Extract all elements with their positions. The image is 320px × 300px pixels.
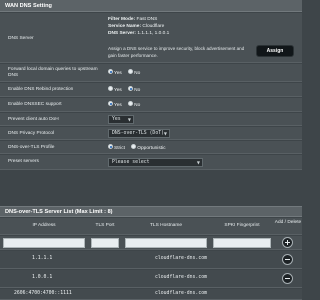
radio-selected-icon xyxy=(108,101,113,106)
prevent-doh-row: Prevent client auto DoH Yes ▼ xyxy=(0,113,302,126)
service-name-label: Service Name: xyxy=(108,24,142,29)
column-header-port: TLS Port xyxy=(88,218,122,235)
preset-servers-row: Preset servers Please select ▼ xyxy=(0,155,302,170)
service-name-value: Cloudflare xyxy=(142,24,165,29)
spki-input-cell xyxy=(210,236,274,250)
dnssec-label: Enable DNSSEC support xyxy=(8,102,62,107)
column-header-add-delete: Add / Delete xyxy=(274,218,302,235)
column-header-spki: SPKI Fingerprint xyxy=(210,218,274,235)
dns-server-ip-value: 1.1.1.1, 1.0.0.1 xyxy=(137,31,170,36)
radio-label: Yes xyxy=(114,102,122,108)
table-row: 1.1.1.1 cloudflare-dns.com xyxy=(0,251,302,269)
column-header-label: IP Address xyxy=(32,223,56,228)
hostname-input-cell xyxy=(122,236,210,250)
dnssec-options: Yes No xyxy=(108,101,145,108)
minus-circle-icon[interactable] xyxy=(282,254,293,265)
chevron-down-icon: ▼ xyxy=(163,131,167,136)
dot-profile-options: Strict Opportunistic xyxy=(108,144,171,151)
server-list-title: DNS-over-TLS Server List (Max Limit : 8) xyxy=(5,209,113,215)
select-value: DNS-over-TLS (DoT) xyxy=(112,131,164,136)
server-list-header: DNS-over-TLS Server List (Max Limit : 8) xyxy=(0,206,302,217)
filter-mode-value: Fast DNS xyxy=(136,17,158,22)
radio-label: No xyxy=(134,70,141,76)
rebind-no-radio[interactable]: No xyxy=(128,86,141,93)
forward-local-options: Yes No xyxy=(108,69,145,76)
privacy-protocol-label: DNS Privacy Protocol xyxy=(8,131,55,136)
column-header-label: SPKI Fingerprint xyxy=(224,223,260,228)
dns-service-description: Assign a DNS service to improve security… xyxy=(108,46,245,58)
rebind-yes-radio[interactable]: Yes xyxy=(108,86,122,93)
radio-selected-icon xyxy=(128,86,134,91)
dnssec-row: Enable DNSSEC support Yes No xyxy=(0,98,302,112)
prevent-doh-label: Prevent client auto DoH xyxy=(8,117,59,122)
preset-servers-label: Preset servers xyxy=(8,159,39,164)
hostname-cell: cloudflare-dns.com xyxy=(155,256,207,261)
port-input-cell xyxy=(88,236,122,250)
radio-unselected-icon xyxy=(131,144,137,149)
chevron-down-icon: ▼ xyxy=(127,117,131,122)
dns-server-label: DNS Server xyxy=(8,36,34,41)
ip-cell: 2606:4700:4700::1111 xyxy=(14,291,72,296)
hostname-cell: cloudflare-dns.com xyxy=(155,291,207,296)
section-header: WAN DNS Setting xyxy=(0,0,302,12)
radio-label: Strict xyxy=(114,145,125,151)
dnssec-yes-radio[interactable]: Yes xyxy=(108,101,122,108)
rebind-options: Yes No xyxy=(108,86,145,93)
forward-local-no-radio[interactable]: No xyxy=(128,69,141,76)
table-row: 2606:4700:4700::1111 cloudflare-dns.com xyxy=(0,289,302,300)
tls-port-input[interactable] xyxy=(91,238,119,248)
minus-circle-icon[interactable] xyxy=(282,273,293,284)
privacy-protocol-row: DNS Privacy Protocol DNS-over-TLS (DoT) … xyxy=(0,127,302,140)
assign-button[interactable]: Assign xyxy=(256,45,294,57)
dns-service-info: Filter Mode: Fast DNS Service Name: Clou… xyxy=(108,17,169,38)
dot-profile-strict-radio[interactable]: Strict xyxy=(108,144,125,151)
section-title: WAN DNS Setting xyxy=(5,3,52,9)
radio-label: Yes xyxy=(114,87,122,93)
ip-cell: 1.1.1.1 xyxy=(32,256,53,261)
column-header-label: TLS Hostname xyxy=(150,223,182,228)
dot-profile-opportunistic-radio[interactable]: Opportunistic xyxy=(131,144,166,151)
column-header-ip: IP Address xyxy=(0,218,88,235)
forward-local-yes-radio[interactable]: Yes xyxy=(108,69,122,76)
column-header-label: TLS Port xyxy=(95,223,115,228)
ip-address-input[interactable] xyxy=(3,238,85,248)
forward-local-row: Forward local domain queries to upstream… xyxy=(0,64,302,82)
radio-label: Yes xyxy=(114,70,122,76)
select-value: Yes xyxy=(112,117,121,122)
radio-unselected-icon xyxy=(128,101,134,106)
spki-fingerprint-input[interactable] xyxy=(213,238,271,248)
radio-selected-icon xyxy=(108,69,113,74)
column-header-hostname: TLS Hostname xyxy=(122,218,210,235)
select-value: Please select xyxy=(112,160,150,165)
column-header-label: Add / Delete xyxy=(274,220,302,225)
dns-server-ip-label: DNS Server: xyxy=(108,31,136,36)
hostname-cell: cloudflare-dns.com xyxy=(155,275,207,280)
table-row: 1.0.0.1 cloudflare-dns.com xyxy=(0,270,302,288)
dot-profile-row: DNS-over-TLS Profile Strict Opportunisti… xyxy=(0,141,302,154)
tls-hostname-input[interactable] xyxy=(125,238,207,248)
plus-circle-icon[interactable] xyxy=(282,237,293,248)
chevron-down-icon: ▼ xyxy=(196,160,200,165)
radio-label: Opportunistic xyxy=(137,145,166,151)
ip-cell: 1.0.0.1 xyxy=(32,275,53,280)
privacy-protocol-select[interactable]: DNS-over-TLS (DoT) ▼ xyxy=(108,129,170,138)
radio-unselected-icon xyxy=(108,86,113,91)
add-cell xyxy=(274,236,302,250)
prevent-doh-select[interactable]: Yes ▼ xyxy=(108,115,134,124)
radio-unselected-icon xyxy=(128,69,134,74)
radio-label: No xyxy=(134,87,141,93)
rebind-label: Enable DNS Rebind protection xyxy=(8,87,74,92)
rebind-row: Enable DNS Rebind protection Yes No xyxy=(0,83,302,97)
radio-selected-icon xyxy=(108,144,113,149)
filter-mode-label: Filter Mode: xyxy=(108,17,136,22)
dns-server-row: DNS Server Filter Mode: Fast DNS Service… xyxy=(0,13,302,63)
dnssec-no-radio[interactable]: No xyxy=(128,101,141,108)
preset-servers-select[interactable]: Please select ▼ xyxy=(108,158,203,167)
radio-label: No xyxy=(134,102,141,108)
ip-input-cell xyxy=(0,236,88,250)
forward-local-label: Forward local domain queries to upstream… xyxy=(8,67,98,78)
dot-profile-label: DNS-over-TLS Profile xyxy=(8,145,55,150)
